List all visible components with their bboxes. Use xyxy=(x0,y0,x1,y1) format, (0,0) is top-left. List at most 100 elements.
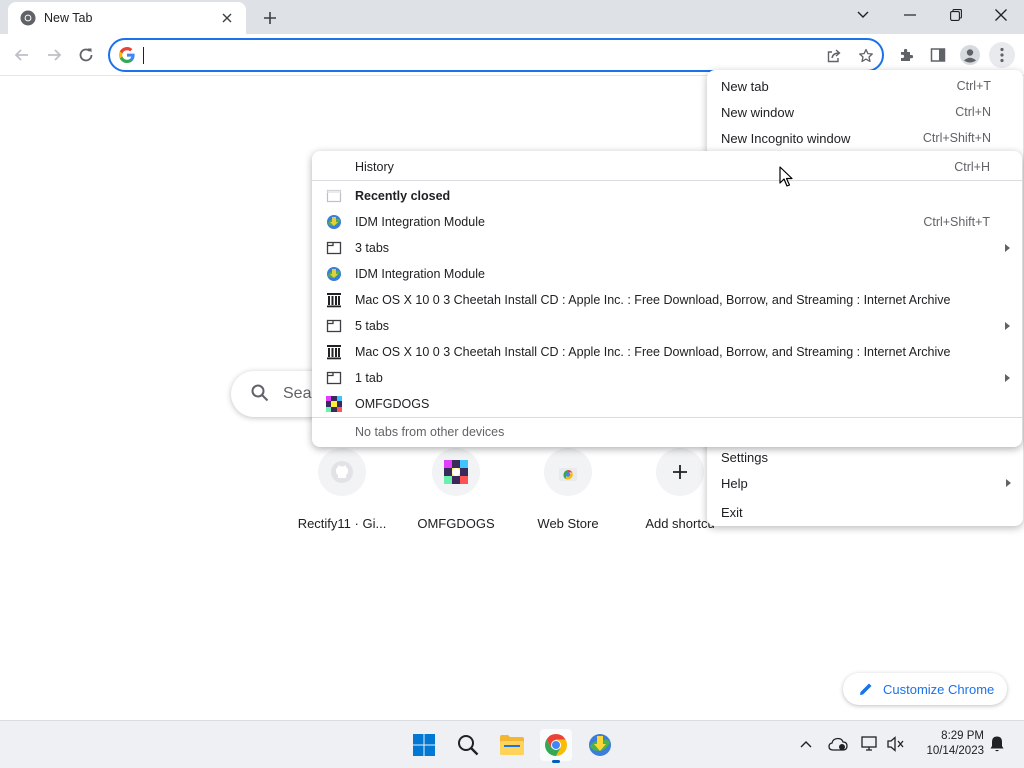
minimize-button[interactable] xyxy=(896,4,924,26)
restore-button[interactable] xyxy=(942,4,970,26)
history-entry-label: 1 tab xyxy=(355,371,383,385)
recently-closed-header: Recently closed xyxy=(312,183,1022,209)
share-icon[interactable] xyxy=(824,46,844,66)
back-button[interactable] xyxy=(9,42,35,68)
no-other-devices-label: No tabs from other devices xyxy=(355,425,505,439)
tabs-folder-icon xyxy=(326,241,342,255)
menu-item-new-incognito-window[interactable]: New Incognito window Ctrl+Shift+N xyxy=(707,125,1023,151)
history-entry-label: 5 tabs xyxy=(355,319,390,333)
history-item[interactable]: History Ctrl+H xyxy=(312,154,1022,180)
history-label: History xyxy=(355,160,394,174)
close-window-button[interactable] xyxy=(987,4,1015,26)
menu-item-new-window[interactable]: New window Ctrl+N xyxy=(707,99,1023,125)
taskbar-search-icon[interactable] xyxy=(452,729,484,761)
menu-item-shortcut: Ctrl+N xyxy=(955,105,991,119)
menu-item-label: New window xyxy=(721,104,794,120)
history-shortcut: Ctrl+H xyxy=(954,160,990,174)
idm-icon xyxy=(327,215,341,229)
menu-item-new-tab[interactable]: New tab Ctrl+T xyxy=(707,73,1023,99)
onedrive-cloud-icon[interactable] xyxy=(827,733,849,755)
internet-archive-icon xyxy=(327,293,341,308)
omnibox[interactable] xyxy=(108,38,884,72)
new-tab-button[interactable] xyxy=(258,6,282,30)
omfgdogs-icon xyxy=(432,448,480,496)
history-entry-label: Mac OS X 10 0 3 Cheetah Install CD : App… xyxy=(355,293,951,307)
tab-close-icon[interactable] xyxy=(218,9,236,27)
file-explorer-icon[interactable] xyxy=(496,729,528,761)
internet-archive-icon xyxy=(327,345,341,360)
address-input[interactable] xyxy=(142,45,802,65)
submenu-arrow-icon xyxy=(1005,322,1010,330)
menu-item-label: Settings xyxy=(721,449,768,465)
no-other-devices-item: No tabs from other devices xyxy=(312,419,1022,445)
chrome-icon xyxy=(20,10,36,26)
history-entry[interactable]: Mac OS X 10 0 3 Cheetah Install CD : App… xyxy=(312,287,1022,313)
history-entry[interactable]: IDM Integration Module xyxy=(312,261,1022,287)
menu-item-shortcut: Ctrl+T xyxy=(956,79,991,93)
customize-chrome-label: Customize Chrome xyxy=(883,681,995,697)
windows-start-icon[interactable] xyxy=(408,729,440,761)
shortcut-label: Rectify11 · Gi... xyxy=(297,516,387,531)
plus-icon xyxy=(656,448,704,496)
menu-item-help[interactable]: Help xyxy=(707,470,1023,496)
menu-item-settings[interactable]: Settings xyxy=(707,444,1023,470)
submenu-arrow-icon xyxy=(1005,374,1010,382)
submenu-arrow-icon xyxy=(1006,479,1011,487)
shortcut-web-store[interactable]: Web Store xyxy=(512,446,624,531)
menu-item-label: New Incognito window xyxy=(721,130,851,146)
history-entry-label: OMFGDOGS xyxy=(355,397,430,411)
menu-item-label: Help xyxy=(721,475,748,491)
history-entry[interactable]: 5 tabs xyxy=(312,313,1022,339)
menu-item-exit[interactable]: Exit xyxy=(707,499,1023,525)
menu-separator xyxy=(312,417,1022,418)
history-entry[interactable]: 1 tab xyxy=(312,365,1022,391)
shortcut-label: Web Store xyxy=(537,516,599,531)
title-bar: New Tab xyxy=(0,0,1024,34)
history-entry-label: 3 tabs xyxy=(355,241,390,255)
github-icon xyxy=(318,448,366,496)
idm-taskbar-icon[interactable] xyxy=(584,729,616,761)
taskbar-clock[interactable]: 8:29 PM 10/14/2023 xyxy=(914,729,984,759)
idm-icon xyxy=(327,267,341,281)
history-entry-shortcut: Ctrl+Shift+T xyxy=(923,215,990,229)
profile-avatar-icon[interactable] xyxy=(957,42,983,68)
clock-date: 10/14/2023 xyxy=(926,745,984,757)
window-icon xyxy=(326,189,342,203)
network-icon[interactable] xyxy=(859,733,881,755)
reload-button[interactable] xyxy=(73,42,99,68)
forward-button[interactable] xyxy=(41,42,67,68)
menu-separator xyxy=(312,180,1022,181)
history-submenu: History Ctrl+H Recently closed IDM Integ… xyxy=(312,151,1022,447)
chrome-menu-kebab-icon[interactable] xyxy=(989,42,1015,68)
tabs-folder-icon xyxy=(326,371,342,385)
shortcut-omfgdogs[interactable]: OMFGDOGS xyxy=(400,446,512,531)
volume-muted-icon[interactable] xyxy=(885,733,907,755)
text-caret xyxy=(143,47,144,64)
history-entry[interactable]: 3 tabs xyxy=(312,235,1022,261)
history-entry-label: IDM Integration Module xyxy=(355,215,485,229)
tabs-folder-icon xyxy=(326,319,342,333)
web-store-icon xyxy=(544,448,592,496)
chrome-taskbar-icon[interactable] xyxy=(540,729,572,763)
history-entry[interactable]: OMFGDOGS xyxy=(312,391,1022,417)
menu-item-label: New tab xyxy=(721,78,769,94)
notification-bell-icon[interactable] xyxy=(986,733,1008,755)
side-panel-icon[interactable] xyxy=(925,42,951,68)
mouse-cursor-icon xyxy=(779,166,793,187)
shortcut-rectify11[interactable]: Rectify11 · Gi... xyxy=(286,446,398,531)
history-entry[interactable]: Mac OS X 10 0 3 Cheetah Install CD : App… xyxy=(312,339,1022,365)
history-entry-label: IDM Integration Module xyxy=(355,267,485,281)
tab-new-tab[interactable]: New Tab xyxy=(8,2,246,34)
recently-closed-label: Recently closed xyxy=(355,189,451,203)
tray-overflow-chevron-icon[interactable] xyxy=(795,733,817,755)
google-g-icon xyxy=(119,47,135,63)
tab-search-chevron-icon[interactable] xyxy=(849,4,877,26)
menu-item-label: Exit xyxy=(721,504,743,520)
history-entry[interactable]: IDM Integration Module Ctrl+Shift+T xyxy=(312,209,1022,235)
history-entry-label: Mac OS X 10 0 3 Cheetah Install CD : App… xyxy=(355,345,951,359)
customize-chrome-button[interactable]: Customize Chrome xyxy=(843,673,1007,705)
pencil-icon xyxy=(860,683,872,695)
bookmark-star-icon[interactable] xyxy=(856,46,876,66)
menu-item-shortcut: Ctrl+Shift+N xyxy=(922,131,991,145)
extensions-puzzle-icon[interactable] xyxy=(893,42,919,68)
